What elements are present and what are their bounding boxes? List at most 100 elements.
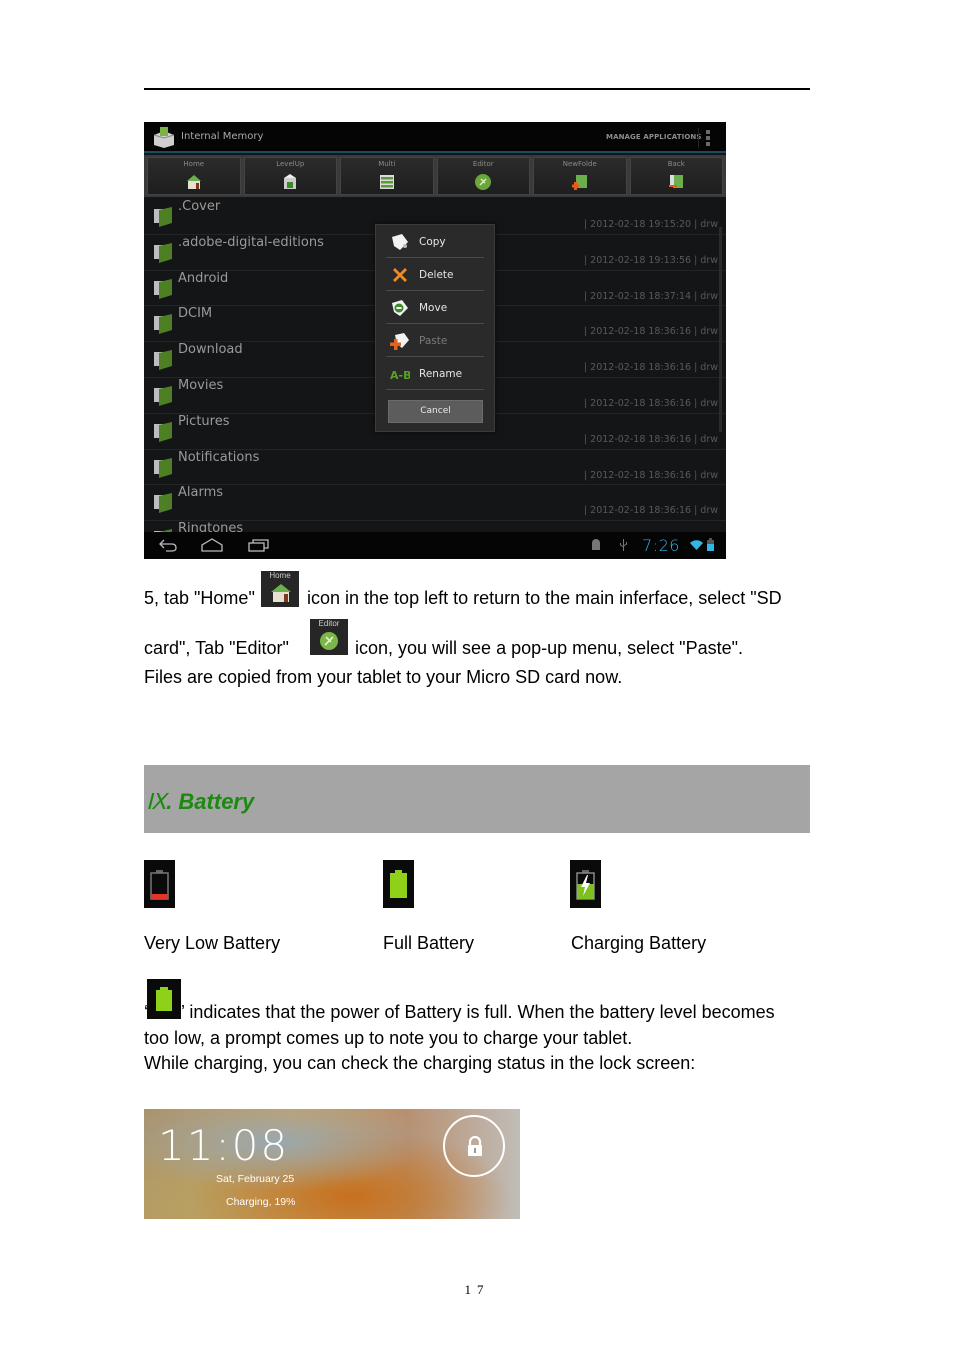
wifi-icon <box>690 540 703 550</box>
battery-desc-line1: ’ indicates that the power of Battery is… <box>181 1002 775 1022</box>
section-number: Ⅸ <box>146 789 167 814</box>
text: icon, you will see a pop-up menu, select… <box>355 638 743 658</box>
section-title: Ⅸ. Battery <box>146 789 254 815</box>
lockscreen-screenshot: 11:08 Sat, February 25 Charging, 19% <box>144 1109 520 1219</box>
file-name: .adobe-digital-editions <box>178 234 324 250</box>
menu-item-label: Rename <box>419 368 463 380</box>
status-clock: 7:26 <box>642 536 680 555</box>
toolbar: Home LevelUp Multi Editor NewFolde Back <box>144 155 726 197</box>
step5-line1-cont: icon in the top left to return to the ma… <box>307 588 782 609</box>
paste-icon <box>390 333 409 350</box>
file-meta: | 2012-02-18 18:36:16 | drw <box>583 362 718 374</box>
folder-icon <box>154 207 172 227</box>
section-title-text: . Battery <box>166 789 255 814</box>
lockscreen-time: 11:08 <box>158 1121 290 1170</box>
delete-icon <box>393 268 407 282</box>
level-up-icon <box>284 174 297 189</box>
text: 5, tab "Home" <box>144 588 255 608</box>
step5-line2-cont: icon, you will see a pop-up menu, select… <box>355 638 743 659</box>
file-name: Alarms <box>178 485 224 501</box>
cancel-button[interactable]: Cancel <box>388 400 483 423</box>
section-header: Ⅸ. Battery <box>144 765 810 833</box>
back-nav-icon[interactable] <box>158 538 178 552</box>
rename-icon: A-B <box>390 369 410 382</box>
menu-item-move[interactable]: Move <box>386 291 484 324</box>
toolbar-newfolder-button[interactable]: NewFolde <box>533 157 627 195</box>
file-row[interactable]: Notifications | 2012-02-18 18:36:16 | dr… <box>144 450 726 486</box>
lock-icon <box>468 1136 482 1156</box>
android-debug-icon <box>592 539 600 550</box>
svg-text:A-B: A-B <box>390 369 410 382</box>
folder-icon <box>154 385 172 406</box>
step5-line1: 5, tab "Home" <box>144 588 255 609</box>
file-name: DCIM <box>178 306 213 322</box>
system-nav-bar: 7:26 <box>144 532 726 559</box>
battery-charging-icon <box>570 860 601 908</box>
home-icon <box>271 584 291 602</box>
menu-item-delete[interactable]: Delete <box>386 258 484 291</box>
scrollbar[interactable] <box>719 227 722 432</box>
battery-low-icon <box>144 860 175 908</box>
toolbar-editor-button[interactable]: Editor <box>436 157 530 195</box>
step5-line2: card", Tab "Editor" <box>144 638 289 659</box>
toolbar-label: NewFolde <box>562 160 597 168</box>
folder-icon <box>154 278 172 299</box>
file-name: Movies <box>178 377 224 393</box>
menu-item-copy[interactable]: Copy <box>386 225 484 258</box>
file-name: Pictures <box>178 413 230 429</box>
usb-icon <box>620 539 627 551</box>
editor-button-inline-icon: Editor <box>310 619 348 655</box>
back-icon <box>669 175 684 188</box>
icon-caption: Home <box>269 571 291 580</box>
file-meta: | 2012-02-18 18:36:16 | drw <box>583 469 718 481</box>
overflow-menu-icon[interactable] <box>706 130 710 146</box>
battery-full-icon <box>383 860 414 908</box>
unlock-handle[interactable] <box>443 1115 505 1177</box>
text: icon in the top left to return to the ma… <box>307 588 782 608</box>
toolbar-home-button[interactable]: Home <box>147 157 241 195</box>
battery-desc-line3: While charging, you can check the chargi… <box>144 1053 696 1073</box>
toolbar-back-button[interactable]: Back <box>629 157 723 195</box>
menu-item-rename[interactable]: A-B Rename <box>386 357 484 390</box>
file-meta: | 2012-02-18 19:13:56 | drw <box>583 254 718 266</box>
app-box-icon <box>153 127 175 148</box>
toolbar-multi-button[interactable]: Multi <box>340 157 434 195</box>
toolbar-label: LevelUp <box>276 160 305 168</box>
toolbar-label: Editor <box>472 160 494 168</box>
manage-applications-button[interactable]: MANAGE APPLICATIONS <box>606 133 702 141</box>
file-meta: | 2012-02-18 18:36:16 | drw <box>583 326 718 338</box>
lockscreen-charging-status: Charging, 19% <box>226 1196 296 1208</box>
app-title: Internal Memory <box>181 131 264 142</box>
step5-line3: Files are copied from your tablet to you… <box>144 667 623 687</box>
folder-icon <box>154 314 172 335</box>
toolbar-label: Back <box>667 160 685 168</box>
file-meta: | 2012-02-18 18:36:16 | drw <box>583 397 718 409</box>
file-row[interactable]: Alarms | 2012-02-18 18:36:16 | drw <box>144 485 726 522</box>
copy-icon <box>392 234 408 250</box>
toolbar-levelup-button[interactable]: LevelUp <box>243 157 337 195</box>
menu-item-label: Paste <box>419 335 448 347</box>
file-meta: | 2012-02-18 19:15:20 | drw <box>583 219 718 230</box>
battery-full-inline-icon <box>147 979 181 1019</box>
file-meta: | 2012-02-18 18:36:16 | drw <box>583 433 718 445</box>
action-bar: Internal Memory MANAGE APPLICATIONS <box>144 122 726 153</box>
menu-item-label: Delete <box>419 269 454 281</box>
text: card", Tab "Editor" <box>144 638 289 658</box>
menu-item-paste[interactable]: Paste <box>386 324 484 357</box>
folder-icon <box>154 350 172 371</box>
battery-low-label: Very Low Battery <box>144 933 281 953</box>
folder-icon <box>154 242 172 263</box>
home-nav-icon[interactable] <box>201 538 223 552</box>
icon-caption: Editor <box>318 619 340 628</box>
context-menu: Copy Delete Move Paste A-B Rename Cancel <box>375 224 495 432</box>
file-name: Android <box>178 270 229 286</box>
folder-icon <box>154 421 172 442</box>
header-rule <box>144 88 810 90</box>
menu-item-label: Move <box>419 302 448 314</box>
battery-status-icon <box>707 538 714 551</box>
page-number: 17 <box>464 1282 490 1297</box>
home-button-inline-icon: Home <box>261 571 299 607</box>
file-meta: | 2012-02-18 18:37:14 | drw <box>583 290 718 302</box>
file-manager-screenshot: Internal Memory MANAGE APPLICATIONS Home… <box>144 122 726 559</box>
recent-apps-icon[interactable] <box>248 538 270 552</box>
